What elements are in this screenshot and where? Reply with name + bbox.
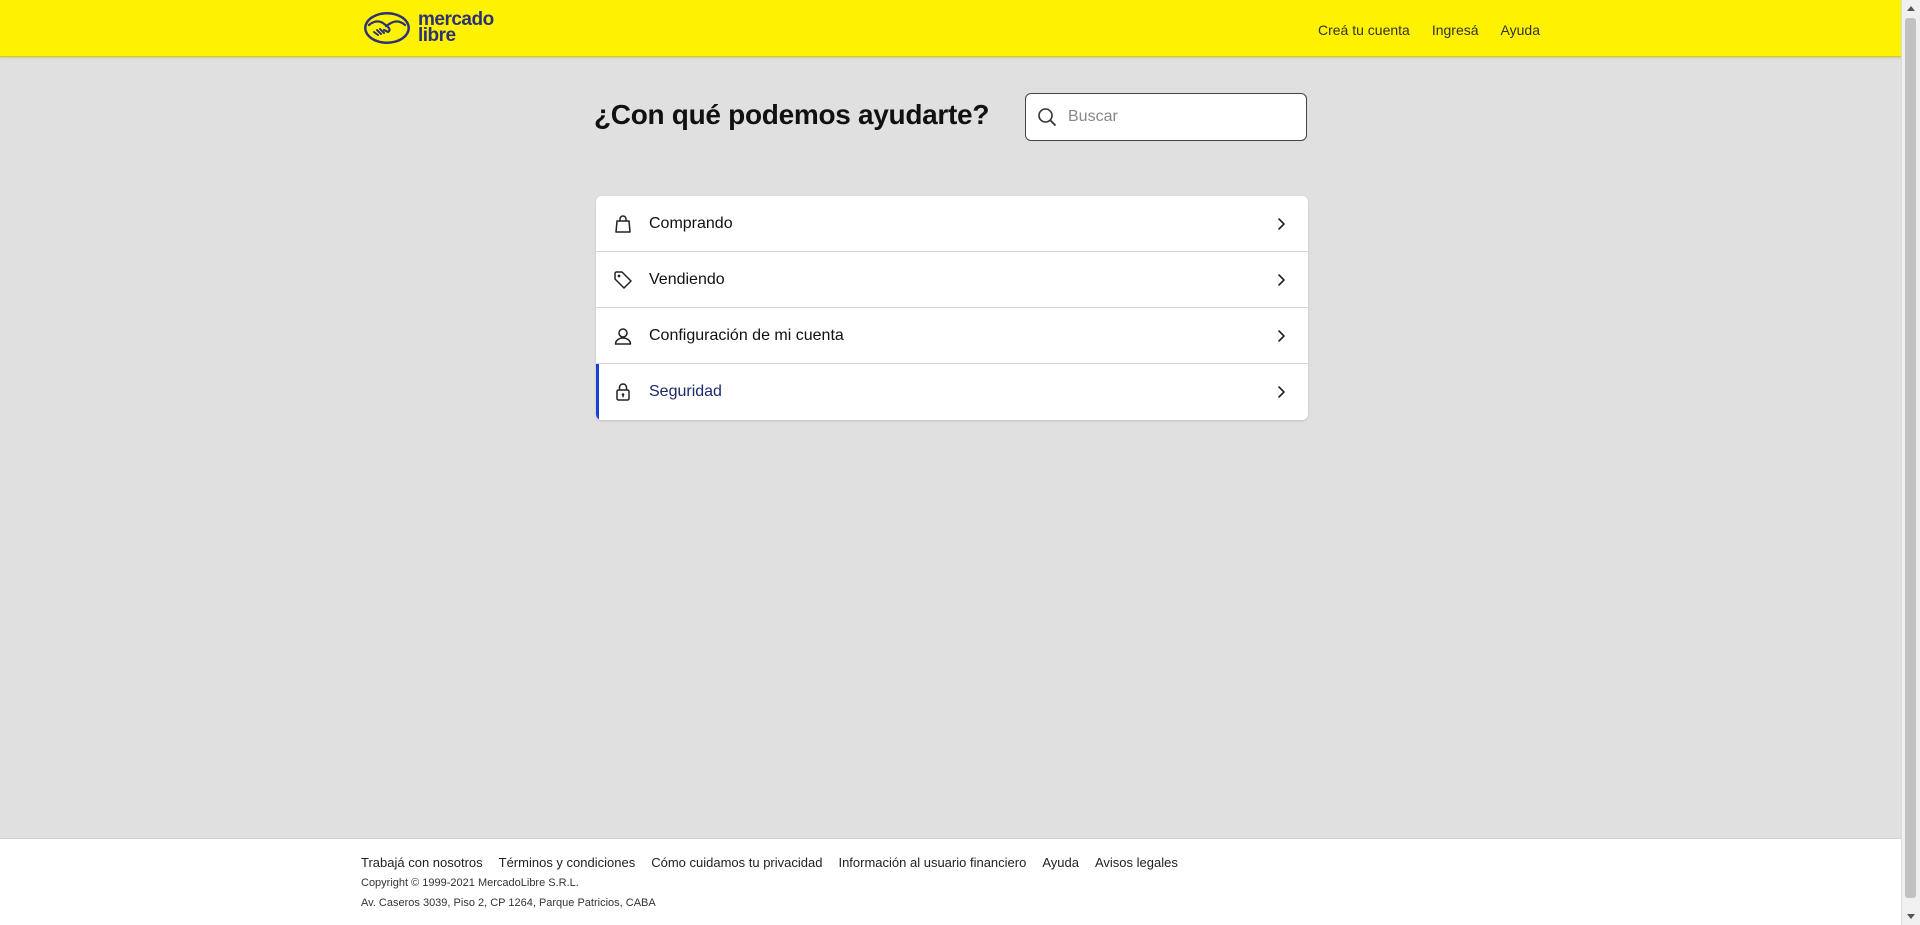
handshake-logo-icon [364,12,410,44]
price-tag-icon [614,270,632,289]
topic-label: Configuración de mi cuenta [649,326,844,344]
header-nav: Creá tu cuenta Ingresá Ayuda [1318,22,1540,38]
chevron-right-icon [1278,386,1285,398]
chevron-right-icon [1278,329,1285,342]
topic-item-configuracion[interactable]: Configuración de mi cuenta [596,308,1308,364]
topic-label: Seguridad [649,383,722,400]
create-account-link[interactable]: Creá tu cuenta [1318,22,1410,38]
scrollbar-thumb[interactable] [1905,18,1916,898]
address-text: Av. Caseros 3039, Piso 2, CP 1264, Parqu… [361,897,656,909]
topic-label: Comprando [649,214,733,232]
user-icon [614,327,632,345]
footer-link-terminos[interactable]: Términos y condiciones [499,855,636,870]
chevron-right-icon [1278,273,1285,286]
footer-link-info-financiero[interactable]: Información al usuario financiero [838,855,1026,870]
logo-wordmark: mercado libre [418,10,494,46]
help-topics-list: Comprando Vendiendo Configuración de mi … [596,196,1308,420]
chevron-right-icon [1278,217,1285,230]
footer: Trabajá con nosotros Términos y condicio… [0,838,1902,925]
scroll-down-arrow-icon[interactable] [1907,914,1915,919]
topic-item-comprando[interactable]: Comprando [596,196,1308,252]
login-link[interactable]: Ingresá [1432,22,1479,38]
footer-link-privacidad[interactable]: Cómo cuidamos tu privacidad [651,855,822,870]
search-box[interactable] [1025,93,1307,141]
page-title: ¿Con qué podemos ayudarte? [594,99,990,130]
footer-link-trabaja[interactable]: Trabajá con nosotros [361,855,483,870]
page: mercado libre Creá tu cuenta Ingresá Ayu… [0,0,1920,925]
topic-label: Vendiendo [649,270,725,288]
footer-links: Trabajá con nosotros Términos y condicio… [361,855,1178,870]
footer-link-ayuda[interactable]: Ayuda [1042,855,1079,870]
shopping-bag-icon [615,214,631,233]
top-header: mercado libre Creá tu cuenta Ingresá Ayu… [0,0,1902,57]
copyright-text: Copyright © 1999-2021 MercadoLibre S.R.L… [361,877,579,889]
vertical-scrollbar[interactable] [1901,0,1920,925]
search-input[interactable] [1066,107,1290,127]
topic-item-vendiendo[interactable]: Vendiendo [596,252,1308,308]
search-icon [1038,108,1056,126]
topic-item-seguridad[interactable]: Seguridad [596,364,1308,420]
footer-link-avisos-legales[interactable]: Avisos legales [1095,855,1178,870]
lock-icon [616,383,630,401]
mercadolibre-logo[interactable]: mercado libre [362,10,494,46]
logo-text-line2: libre [418,25,456,46]
help-link[interactable]: Ayuda [1501,22,1540,38]
scroll-up-arrow-icon[interactable] [1907,6,1915,11]
